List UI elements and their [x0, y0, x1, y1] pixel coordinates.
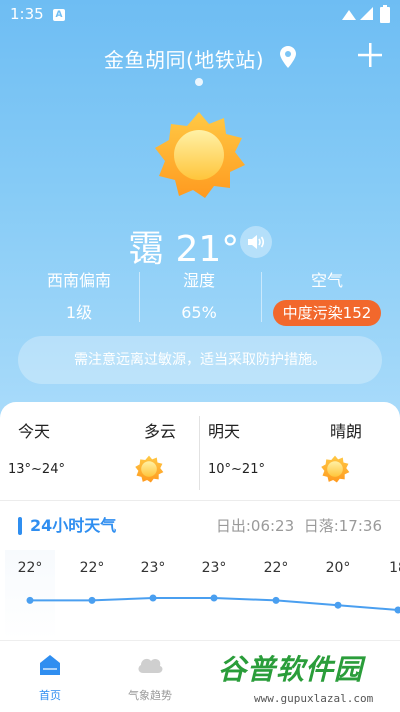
hourly-temp-label: 22° [18, 560, 43, 576]
hourly-chart[interactable]: 22° 22° 23° 23° 22° 20° 18 [0, 550, 400, 640]
sun-times: 日出:06:23 日落:17:36 [216, 514, 382, 538]
hourly-temp-point [26, 596, 34, 604]
forecast-condition: 多云 [143, 422, 176, 441]
air-quality-stat[interactable]: 空气 中度污染152 [262, 268, 392, 326]
notification-badge: A [53, 9, 65, 21]
humidity-value: 65% [181, 303, 217, 322]
air-quality-label: 空气 [310, 271, 343, 290]
tab-weather-trend[interactable]: 气象趋势 [110, 653, 190, 703]
forecast-condition: 晴朗 [329, 422, 362, 441]
watermark-logo: 谷普软件园 www.gupuxlazal.com [214, 648, 398, 708]
sunny-icon [135, 455, 164, 483]
sunset-time: 日落:17:36 [303, 517, 382, 535]
forecast-tomorrow[interactable]: 明天 晴朗 10°~21° [200, 402, 390, 498]
speaker-icon [248, 235, 265, 249]
hourly-temp-label: 23° [202, 560, 227, 576]
forecast-day-name: 今天 [18, 422, 51, 441]
status-time: 1:35 [10, 5, 44, 23]
section-divider [0, 500, 400, 501]
hourly-temp-label: 22° [80, 560, 105, 576]
status-bar: 1:35 A [0, 0, 400, 30]
tab-home[interactable]: 首页 [10, 653, 90, 703]
sunrise-time: 日出:06:23 [215, 517, 295, 535]
two-day-forecast: 今天 多云 13°~24° 明天 晴朗 10°~21° [0, 402, 400, 498]
voice-broadcast-button[interactable] [240, 226, 272, 258]
home-icon [40, 655, 60, 675]
hourly-title: 24小时天气 [30, 516, 117, 535]
hourly-temp-point [334, 601, 342, 609]
current-stats: 西南偏南 1级 湿度 65% 空气 中度污染152 [0, 268, 400, 328]
health-notice: 需注意远离过敏源，适当采取防护措施。 [18, 336, 382, 384]
wind-level: 1级 [65, 303, 93, 322]
sunny-icon [321, 455, 350, 483]
battery-icon [380, 5, 390, 23]
hourly-temp-point [88, 596, 96, 604]
location-title[interactable]: 金鱼胡同(地铁站) [104, 44, 264, 73]
header: 金鱼胡同(地铁站) [0, 40, 400, 76]
hourly-temp-point [210, 594, 218, 602]
forecast-temp-range: 10°~21° [208, 462, 265, 477]
cloud-icon [138, 658, 163, 673]
section-accent-bar [18, 517, 22, 535]
wind-direction: 西南偏南 [46, 271, 111, 290]
forecast-day-name: 明天 [208, 422, 241, 441]
humidity-label: 湿度 [182, 271, 215, 290]
hourly-temp-point [272, 596, 280, 604]
hourly-temp-point [149, 594, 157, 602]
hourly-temp-label: 20° [326, 560, 351, 576]
aqi-badge[interactable]: 中度污染152 [272, 300, 382, 326]
sunny-weather-icon [155, 112, 245, 198]
hourly-temp-point [394, 606, 400, 614]
humidity-stat: 湿度 65% [134, 268, 264, 326]
hourly-temp-label: 23° [141, 560, 166, 576]
page-indicator-dot [195, 78, 203, 86]
tab-label: 首页 [39, 689, 61, 702]
add-city-icon[interactable] [357, 42, 383, 68]
hourly-header: 24小时天气 日出:06:23 日落:17:36 [0, 514, 400, 540]
location-pin-icon[interactable] [280, 46, 296, 68]
signal-icon [342, 7, 373, 20]
current-condition-temp: 霭 21° [128, 229, 240, 270]
hourly-temp-label: 18 [389, 560, 400, 576]
forecast-temp-range: 13°~24° [8, 462, 65, 477]
watermark-url: www.gupuxlazal.com [254, 692, 374, 705]
forecast-today[interactable]: 今天 多云 13°~24° [0, 402, 190, 498]
hourly-temp-chart: 22° 22° 23° 23° 22° 20° 18 [18, 560, 400, 614]
hourly-temp-label: 22° [264, 560, 289, 576]
watermark-brand: 谷普软件园 [218, 653, 364, 686]
tab-label: 气象趋势 [128, 689, 172, 702]
wind-stat: 西南偏南 1级 [14, 268, 144, 326]
